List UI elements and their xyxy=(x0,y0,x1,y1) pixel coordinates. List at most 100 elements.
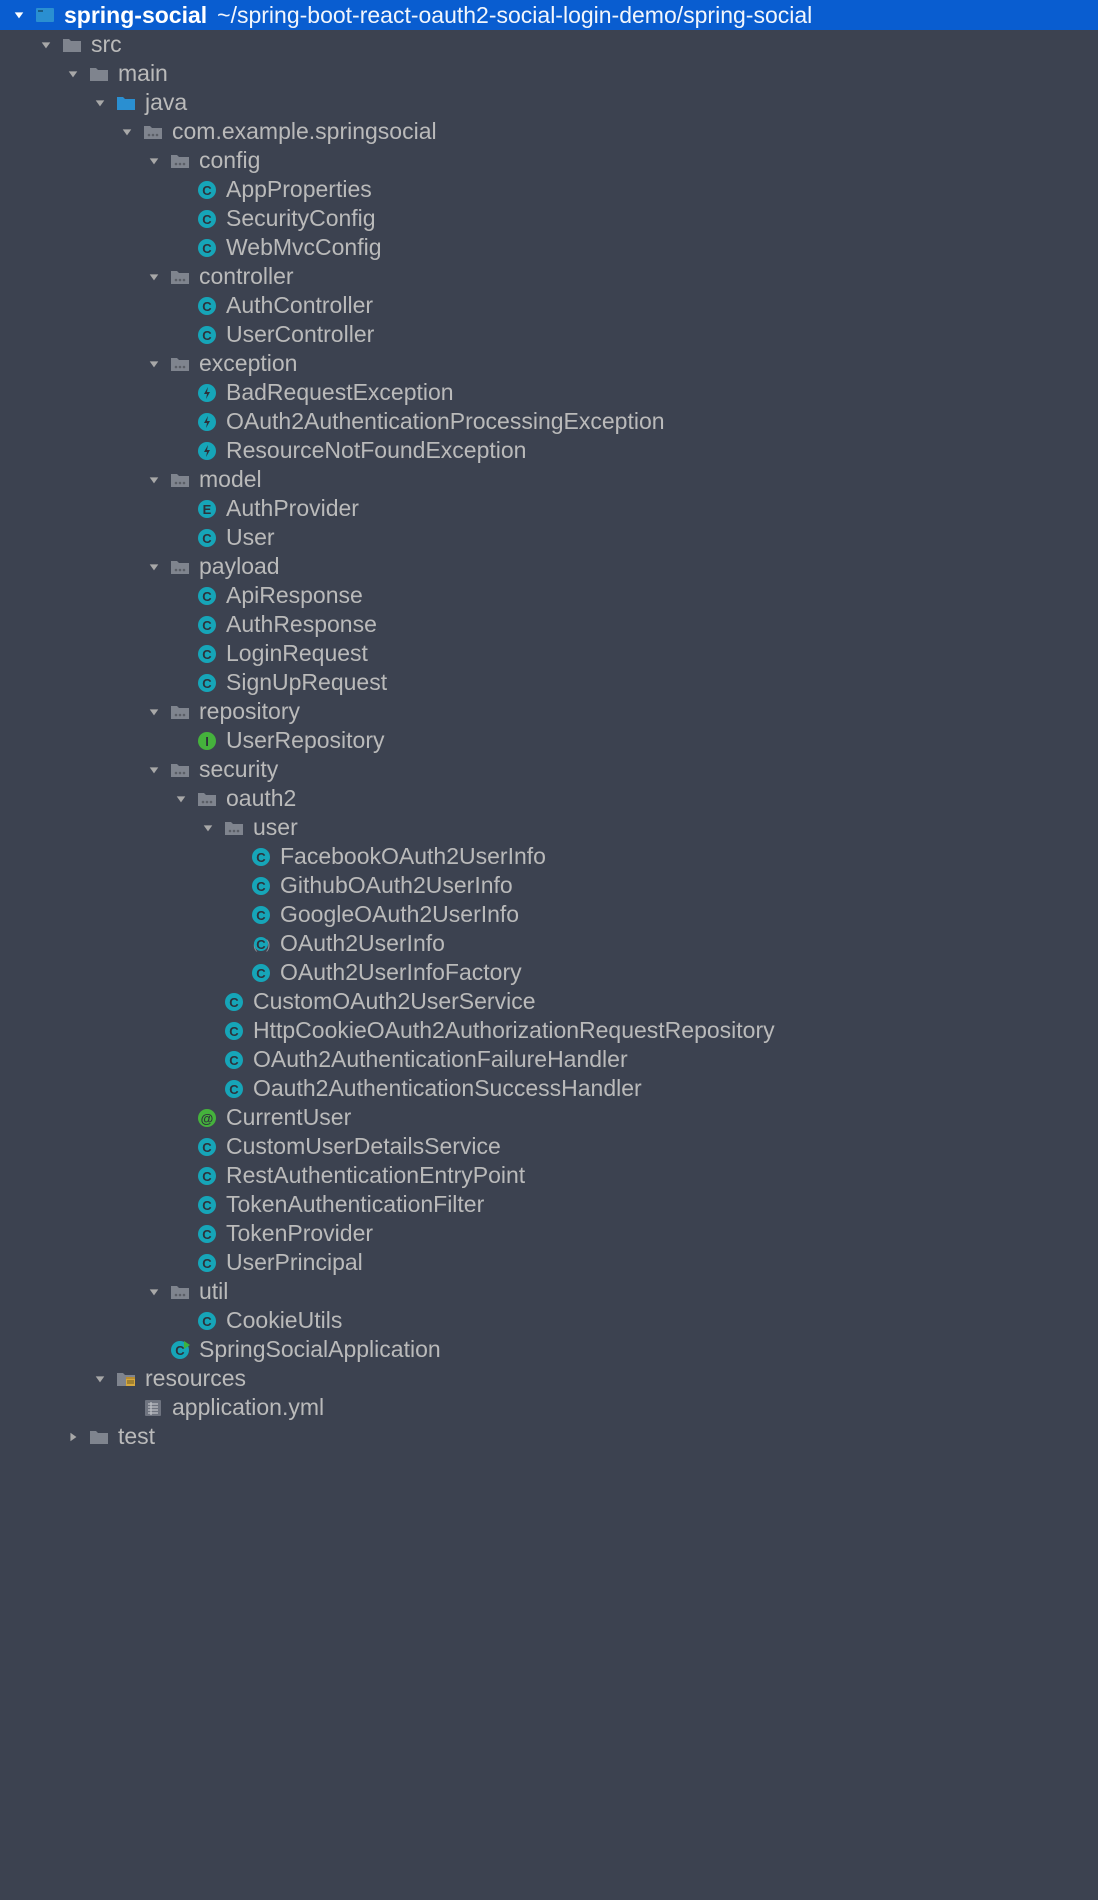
project-root-name: spring-social xyxy=(64,4,207,27)
tree-row[interactable]: UserPrincipal xyxy=(0,1248,1098,1277)
expand-arrow-icon[interactable] xyxy=(145,558,163,576)
tree-row-label: config xyxy=(199,149,260,172)
class-icon xyxy=(196,237,218,259)
tree-row-label: AuthProvider xyxy=(226,497,359,520)
tree-row[interactable]: CookieUtils xyxy=(0,1306,1098,1335)
tree-row[interactable]: TokenProvider xyxy=(0,1219,1098,1248)
class-icon xyxy=(223,1078,245,1100)
tree-row[interactable]: main xyxy=(0,59,1098,88)
tree-row[interactable]: util xyxy=(0,1277,1098,1306)
tree-row-label: CurrentUser xyxy=(226,1106,351,1129)
tree-row[interactable]: GoogleOAuth2UserInfo xyxy=(0,900,1098,929)
expand-arrow-icon[interactable] xyxy=(199,819,217,837)
expand-arrow-icon[interactable] xyxy=(91,94,109,112)
package-icon xyxy=(169,150,191,172)
tree-row[interactable]: user xyxy=(0,813,1098,842)
tree-row[interactable]: OAuth2UserInfoFactory xyxy=(0,958,1098,987)
expand-arrow-icon[interactable] xyxy=(172,790,190,808)
tree-row[interactable]: OAuth2UserInfo xyxy=(0,929,1098,958)
class-icon xyxy=(196,295,218,317)
tree-row[interactable]: security xyxy=(0,755,1098,784)
tree-row[interactable]: exception xyxy=(0,349,1098,378)
project-root-row[interactable]: spring-social~/spring-boot-react-oauth2-… xyxy=(0,0,1098,30)
tree-row-label: src xyxy=(91,33,122,56)
expand-arrow-icon[interactable] xyxy=(145,471,163,489)
tree-row-label: test xyxy=(118,1425,155,1448)
tree-row[interactable]: CustomOAuth2UserService xyxy=(0,987,1098,1016)
class-icon xyxy=(196,208,218,230)
tree-row[interactable]: SecurityConfig xyxy=(0,204,1098,233)
tree-row-label: user xyxy=(253,816,298,839)
tree-row[interactable]: OAuth2AuthenticationFailureHandler xyxy=(0,1045,1098,1074)
tree-row[interactable]: GithubOAuth2UserInfo xyxy=(0,871,1098,900)
source-folder-icon xyxy=(115,92,137,114)
tree-row[interactable]: application.yml xyxy=(0,1393,1098,1422)
tree-row[interactable]: repository xyxy=(0,697,1098,726)
tree-row[interactable]: model xyxy=(0,465,1098,494)
tree-row[interactable]: BadRequestException xyxy=(0,378,1098,407)
tree-row[interactable]: UserRepository xyxy=(0,726,1098,755)
tree-row[interactable]: ResourceNotFoundException xyxy=(0,436,1098,465)
tree-row-label: UserController xyxy=(226,323,374,346)
exception-icon xyxy=(196,440,218,462)
tree-row-label: main xyxy=(118,62,168,85)
tree-row-label: CustomOAuth2UserService xyxy=(253,990,536,1013)
tree-row[interactable]: FacebookOAuth2UserInfo xyxy=(0,842,1098,871)
expand-arrow-icon[interactable] xyxy=(145,761,163,779)
tree-row[interactable]: TokenAuthenticationFilter xyxy=(0,1190,1098,1219)
tree-row[interactable]: src xyxy=(0,30,1098,59)
tree-row[interactable]: WebMvcConfig xyxy=(0,233,1098,262)
expand-arrow-icon[interactable] xyxy=(145,703,163,721)
tree-row[interactable]: OAuth2AuthenticationProcessingException xyxy=(0,407,1098,436)
resources-folder-icon xyxy=(115,1368,137,1390)
tree-row[interactable]: oauth2 xyxy=(0,784,1098,813)
collapse-arrow-icon[interactable] xyxy=(64,1428,82,1446)
tree-row[interactable]: AppProperties xyxy=(0,175,1098,204)
tree-row[interactable]: java xyxy=(0,88,1098,117)
tree-row[interactable]: controller xyxy=(0,262,1098,291)
tree-row[interactable]: User xyxy=(0,523,1098,552)
class-icon xyxy=(223,1049,245,1071)
tree-row[interactable]: AuthController xyxy=(0,291,1098,320)
tree-row[interactable]: UserController xyxy=(0,320,1098,349)
tree-row-label: GoogleOAuth2UserInfo xyxy=(280,903,519,926)
expand-arrow-icon[interactable] xyxy=(145,152,163,170)
tree-row-label: AuthController xyxy=(226,294,373,317)
tree-row[interactable]: AuthProvider xyxy=(0,494,1098,523)
package-icon xyxy=(223,817,245,839)
tree-row-label: resources xyxy=(145,1367,246,1390)
tree-row[interactable]: CurrentUser xyxy=(0,1103,1098,1132)
tree-row[interactable]: test xyxy=(0,1422,1098,1451)
tree-row-label: UserPrincipal xyxy=(226,1251,363,1274)
class-icon xyxy=(196,1310,218,1332)
expand-arrow-icon[interactable] xyxy=(145,268,163,286)
tree-row[interactable]: ApiResponse xyxy=(0,581,1098,610)
expand-arrow-icon[interactable] xyxy=(10,6,28,24)
tree-row[interactable]: resources xyxy=(0,1364,1098,1393)
class-icon xyxy=(196,527,218,549)
tree-row[interactable]: CustomUserDetailsService xyxy=(0,1132,1098,1161)
expand-arrow-icon[interactable] xyxy=(145,1283,163,1301)
class-icon xyxy=(196,1252,218,1274)
tree-row[interactable]: com.example.springsocial xyxy=(0,117,1098,146)
class-icon xyxy=(196,585,218,607)
module-icon xyxy=(34,4,56,26)
tree-row-label: security xyxy=(199,758,278,781)
tree-row-label: CustomUserDetailsService xyxy=(226,1135,501,1158)
tree-row[interactable]: config xyxy=(0,146,1098,175)
tree-row[interactable]: payload xyxy=(0,552,1098,581)
tree-row-label: ResourceNotFoundException xyxy=(226,439,526,462)
expand-arrow-icon[interactable] xyxy=(64,65,82,83)
tree-row[interactable]: HttpCookieOAuth2AuthorizationRequestRepo… xyxy=(0,1016,1098,1045)
tree-row[interactable]: Oauth2AuthenticationSuccessHandler xyxy=(0,1074,1098,1103)
tree-row[interactable]: SignUpRequest xyxy=(0,668,1098,697)
tree-row-label: util xyxy=(199,1280,228,1303)
tree-row[interactable]: RestAuthenticationEntryPoint xyxy=(0,1161,1098,1190)
expand-arrow-icon[interactable] xyxy=(118,123,136,141)
expand-arrow-icon[interactable] xyxy=(91,1370,109,1388)
tree-row[interactable]: LoginRequest xyxy=(0,639,1098,668)
expand-arrow-icon[interactable] xyxy=(145,355,163,373)
expand-arrow-icon[interactable] xyxy=(37,36,55,54)
tree-row[interactable]: SpringSocialApplication xyxy=(0,1335,1098,1364)
tree-row[interactable]: AuthResponse xyxy=(0,610,1098,639)
